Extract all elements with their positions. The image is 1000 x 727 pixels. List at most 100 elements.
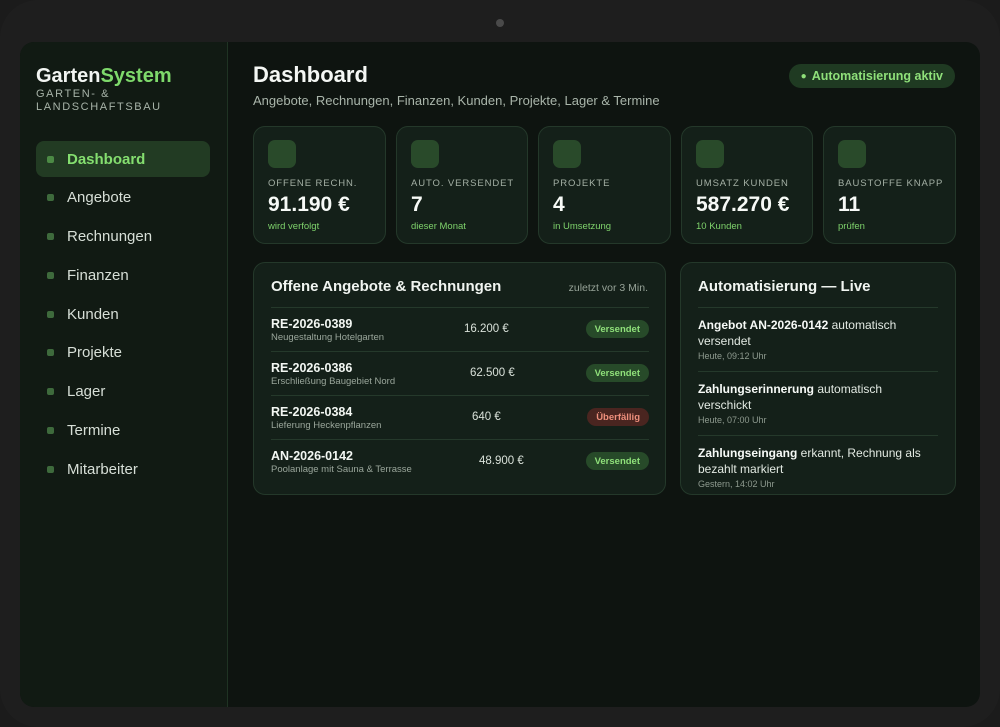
feed-item[interactable]: Angebot AN-2026-0142 automatisch versend… bbox=[698, 307, 938, 371]
feed-item-time: Gestern, 14:02 Uhr bbox=[698, 479, 775, 489]
document-description: Neugestaltung Hotelgarten bbox=[271, 332, 385, 343]
table-row[interactable]: RE-2026-0389 Neugestaltung Hotelgarten 1… bbox=[271, 307, 649, 351]
invoice-icon bbox=[268, 140, 296, 168]
table-row[interactable]: RE-2026-0386 Erschließung Baugebiet Nord… bbox=[271, 351, 649, 395]
kpi-value: 587.270 € bbox=[696, 193, 790, 216]
automation-status-label: Automatisierung aktiv bbox=[811, 69, 943, 83]
documents-panel: Offene Angebote & Rechnungen zuletzt vor… bbox=[253, 262, 666, 495]
kpi-note: 10 Kunden bbox=[696, 221, 742, 232]
feed-item-text: Zahlungserinnerung automatisch verschick… bbox=[698, 381, 938, 413]
feed-item-time: Heute, 09:12 Uhr bbox=[698, 351, 767, 361]
kpi-label: PROJEKTE bbox=[553, 178, 611, 189]
nav-bullet-icon bbox=[47, 233, 54, 241]
sidebar-item-kunden[interactable]: Kunden bbox=[36, 296, 210, 332]
sidebar-item-label: Lager bbox=[67, 383, 106, 401]
nav-bullet-icon bbox=[47, 427, 54, 435]
status-badge: Versendet bbox=[585, 320, 649, 338]
sidebar-item-termine[interactable]: Termine bbox=[36, 413, 210, 449]
kpi-card-auto-versendet[interactable]: AUTO. VERSENDET 7 dieser Monat bbox=[396, 126, 528, 244]
status-badge: Überfällig bbox=[587, 408, 649, 426]
kpi-note: dieser Monat bbox=[411, 221, 466, 232]
page-title: Dashboard bbox=[253, 62, 368, 87]
sidebar-item-label: Termine bbox=[67, 422, 121, 440]
app-screen: GartenSystem GARTEN- & LANDSCHAFTSBAU Da… bbox=[20, 42, 980, 707]
document-amount: 48.900 € bbox=[479, 455, 524, 467]
kpi-value: 4 bbox=[553, 193, 565, 216]
kpi-label: OFFENE RECHN. bbox=[268, 178, 358, 189]
sidebar-item-mitarbeiter[interactable]: Mitarbeiter bbox=[36, 451, 210, 487]
kpi-value: 11 bbox=[838, 193, 861, 216]
sidebar-item-finanzen[interactable]: Finanzen bbox=[36, 257, 210, 293]
nav-bullet-icon bbox=[47, 194, 54, 202]
send-icon bbox=[411, 140, 439, 168]
brand-logo[interactable]: GartenSystem bbox=[36, 65, 172, 88]
nav-bullet-icon bbox=[47, 465, 54, 473]
page-subtitle: Angebote, Rechnungen, Finanzen, Kunden, … bbox=[253, 93, 660, 108]
automation-feed: Angebot AN-2026-0142 automatisch versend… bbox=[698, 307, 938, 499]
automation-status-badge[interactable]: ● Automatisierung aktiv bbox=[788, 64, 955, 88]
feed-item-text: Angebot AN-2026-0142 automatisch versend… bbox=[698, 317, 938, 349]
brand-name-part1: Garten bbox=[36, 65, 101, 87]
camera-dot bbox=[496, 19, 504, 27]
feed-item-subject: Angebot AN-2026-0142 bbox=[698, 318, 829, 332]
kpi-card-projekte[interactable]: PROJEKTE 4 in Umsetzung bbox=[538, 126, 671, 244]
automation-panel-title: Automatisierung — Live bbox=[698, 278, 871, 295]
document-number: RE-2026-0389 bbox=[271, 317, 353, 331]
sidebar-item-rechnungen[interactable]: Rechnungen bbox=[36, 219, 210, 255]
table-row[interactable]: RE-2026-0384 Lieferung Heckenpflanzen 64… bbox=[271, 395, 649, 439]
documents-panel-title: Offene Angebote & Rechnungen bbox=[271, 278, 502, 295]
sidebar-item-label: Angebote bbox=[67, 189, 132, 207]
sidebar-item-label: Dashboard bbox=[67, 150, 146, 168]
sidebar-item-lager[interactable]: Lager bbox=[36, 374, 210, 410]
status-badge: Versendet bbox=[585, 364, 649, 382]
kpi-note: wird verfolgt bbox=[268, 221, 320, 232]
kpi-card-offene-rechnungen[interactable]: OFFENE RECHN. 91.190 € wird verfolgt bbox=[253, 126, 386, 244]
kpi-note: in Umsetzung bbox=[553, 221, 612, 232]
table-row[interactable]: AN-2026-0142 Poolanlage mit Sauna & Terr… bbox=[271, 439, 649, 483]
nav-bullet-icon bbox=[47, 349, 54, 357]
kpi-note: prüfen bbox=[838, 221, 865, 232]
materials-icon bbox=[838, 140, 866, 168]
revenue-icon bbox=[696, 140, 724, 168]
sidebar: GartenSystem GARTEN- & LANDSCHAFTSBAU Da… bbox=[20, 42, 228, 707]
feed-item-subject: Zahlungserinnerung bbox=[698, 382, 815, 396]
nav-bullet-icon bbox=[47, 310, 54, 318]
kpi-label: UMSATZ KUNDEN bbox=[696, 178, 789, 189]
feed-item-time: Heute, 07:00 Uhr bbox=[698, 415, 767, 425]
document-description: Poolanlage mit Sauna & Terrasse bbox=[271, 464, 412, 475]
document-amount: 62.500 € bbox=[470, 367, 515, 379]
kpi-value: 91.190 € bbox=[268, 193, 350, 216]
automation-panel: Automatisierung — Live Angebot AN-2026-0… bbox=[680, 262, 956, 495]
kpi-card-baustoffe-knapp[interactable]: BAUSTOFFE KNAPP 11 prüfen bbox=[823, 126, 956, 244]
tablet-frame: GartenSystem GARTEN- & LANDSCHAFTSBAU Da… bbox=[0, 0, 1000, 727]
feed-item-subject: Zahlungseingang bbox=[698, 446, 798, 460]
sidebar-item-label: Kunden bbox=[67, 305, 119, 323]
document-description: Lieferung Heckenpflanzen bbox=[271, 420, 382, 431]
kpi-value: 7 bbox=[411, 193, 423, 216]
sidebar-item-angebote[interactable]: Angebote bbox=[36, 180, 210, 216]
document-amount: 640 € bbox=[472, 411, 501, 423]
kpi-label: AUTO. VERSENDET bbox=[411, 178, 515, 189]
sidebar-item-label: Finanzen bbox=[67, 266, 129, 284]
document-number: RE-2026-0384 bbox=[271, 405, 353, 419]
feed-item[interactable]: Zahlungserinnerung automatisch verschick… bbox=[698, 371, 938, 435]
sidebar-item-label: Mitarbeiter bbox=[67, 460, 138, 478]
document-description: Erschließung Baugebiet Nord bbox=[271, 376, 396, 387]
status-badge: Versendet bbox=[585, 452, 649, 470]
nav-bullet-icon bbox=[47, 155, 54, 163]
feed-item[interactable]: Zahlungseingang erkannt, Rechnung als be… bbox=[698, 435, 938, 499]
document-number: AN-2026-0142 bbox=[271, 449, 353, 463]
sidebar-item-label: Projekte bbox=[67, 344, 123, 362]
feed-item-text: Zahlungseingang erkannt, Rechnung als be… bbox=[698, 445, 938, 477]
brand-name-part2: System bbox=[100, 65, 172, 87]
kpi-card-umsatz-kunden[interactable]: UMSATZ KUNDEN 587.270 € 10 Kunden bbox=[681, 126, 813, 244]
sidebar-item-dashboard[interactable]: Dashboard bbox=[36, 141, 210, 177]
nav-bullet-icon bbox=[47, 271, 54, 279]
document-amount: 16.200 € bbox=[464, 323, 509, 335]
brand-subtitle: GARTEN- & LANDSCHAFTSBAU bbox=[36, 88, 162, 113]
project-icon bbox=[553, 140, 581, 168]
main-content: Dashboard Angebote, Rechnungen, Finanzen… bbox=[228, 42, 980, 707]
documents-list: RE-2026-0389 Neugestaltung Hotelgarten 1… bbox=[271, 307, 649, 483]
last-updated-label: zuletzt vor 3 Min. bbox=[568, 282, 648, 294]
sidebar-item-projekte[interactable]: Projekte bbox=[36, 335, 210, 371]
